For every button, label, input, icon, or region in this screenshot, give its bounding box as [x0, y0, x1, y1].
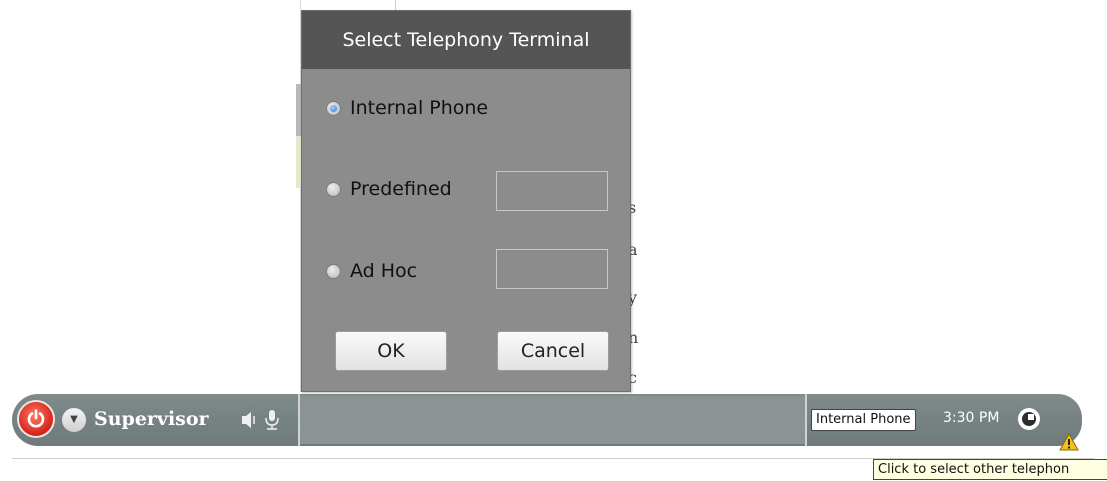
- radio-predefined[interactable]: [326, 181, 341, 197]
- cancel-button[interactable]: Cancel: [497, 331, 609, 371]
- option-label: Ad Hoc: [350, 260, 418, 282]
- option-ad-hoc[interactable]: Ad Hoc: [326, 260, 417, 282]
- clock: 3:30 PM: [943, 410, 1000, 426]
- option-internal-phone[interactable]: Internal Phone: [326, 97, 488, 119]
- taskbar-status-area: [300, 396, 805, 444]
- ad-hoc-input[interactable]: [496, 249, 608, 289]
- terminal-selector[interactable]: Internal Phone: [811, 409, 916, 431]
- status-icon[interactable]: [1018, 408, 1040, 430]
- option-label: Predefined: [350, 178, 452, 200]
- chevron-down-icon[interactable]: ▼: [62, 408, 86, 432]
- option-predefined[interactable]: Predefined: [326, 178, 452, 200]
- speaker-icon[interactable]: [241, 411, 257, 429]
- option-label: Internal Phone: [350, 97, 489, 119]
- tooltip: Click to select other telephon: [873, 459, 1107, 480]
- agent-name: Supervisor: [94, 408, 209, 430]
- ok-button[interactable]: OK: [335, 331, 447, 371]
- microphone-icon[interactable]: [263, 409, 281, 431]
- radio-internal-phone[interactable]: [326, 100, 341, 116]
- power-icon[interactable]: [17, 400, 55, 438]
- select-terminal-dialog: Select Telephony Terminal Internal Phone…: [301, 10, 631, 392]
- taskbar: ▼ Supervisor Internal Phone 3:30 PM: [12, 394, 1082, 446]
- radio-ad-hoc[interactable]: [326, 263, 341, 279]
- predefined-input[interactable]: [496, 171, 608, 211]
- taskbar-divider: [805, 394, 807, 446]
- dialog-title: Select Telephony Terminal: [302, 11, 630, 69]
- warning-icon[interactable]: [1059, 433, 1079, 451]
